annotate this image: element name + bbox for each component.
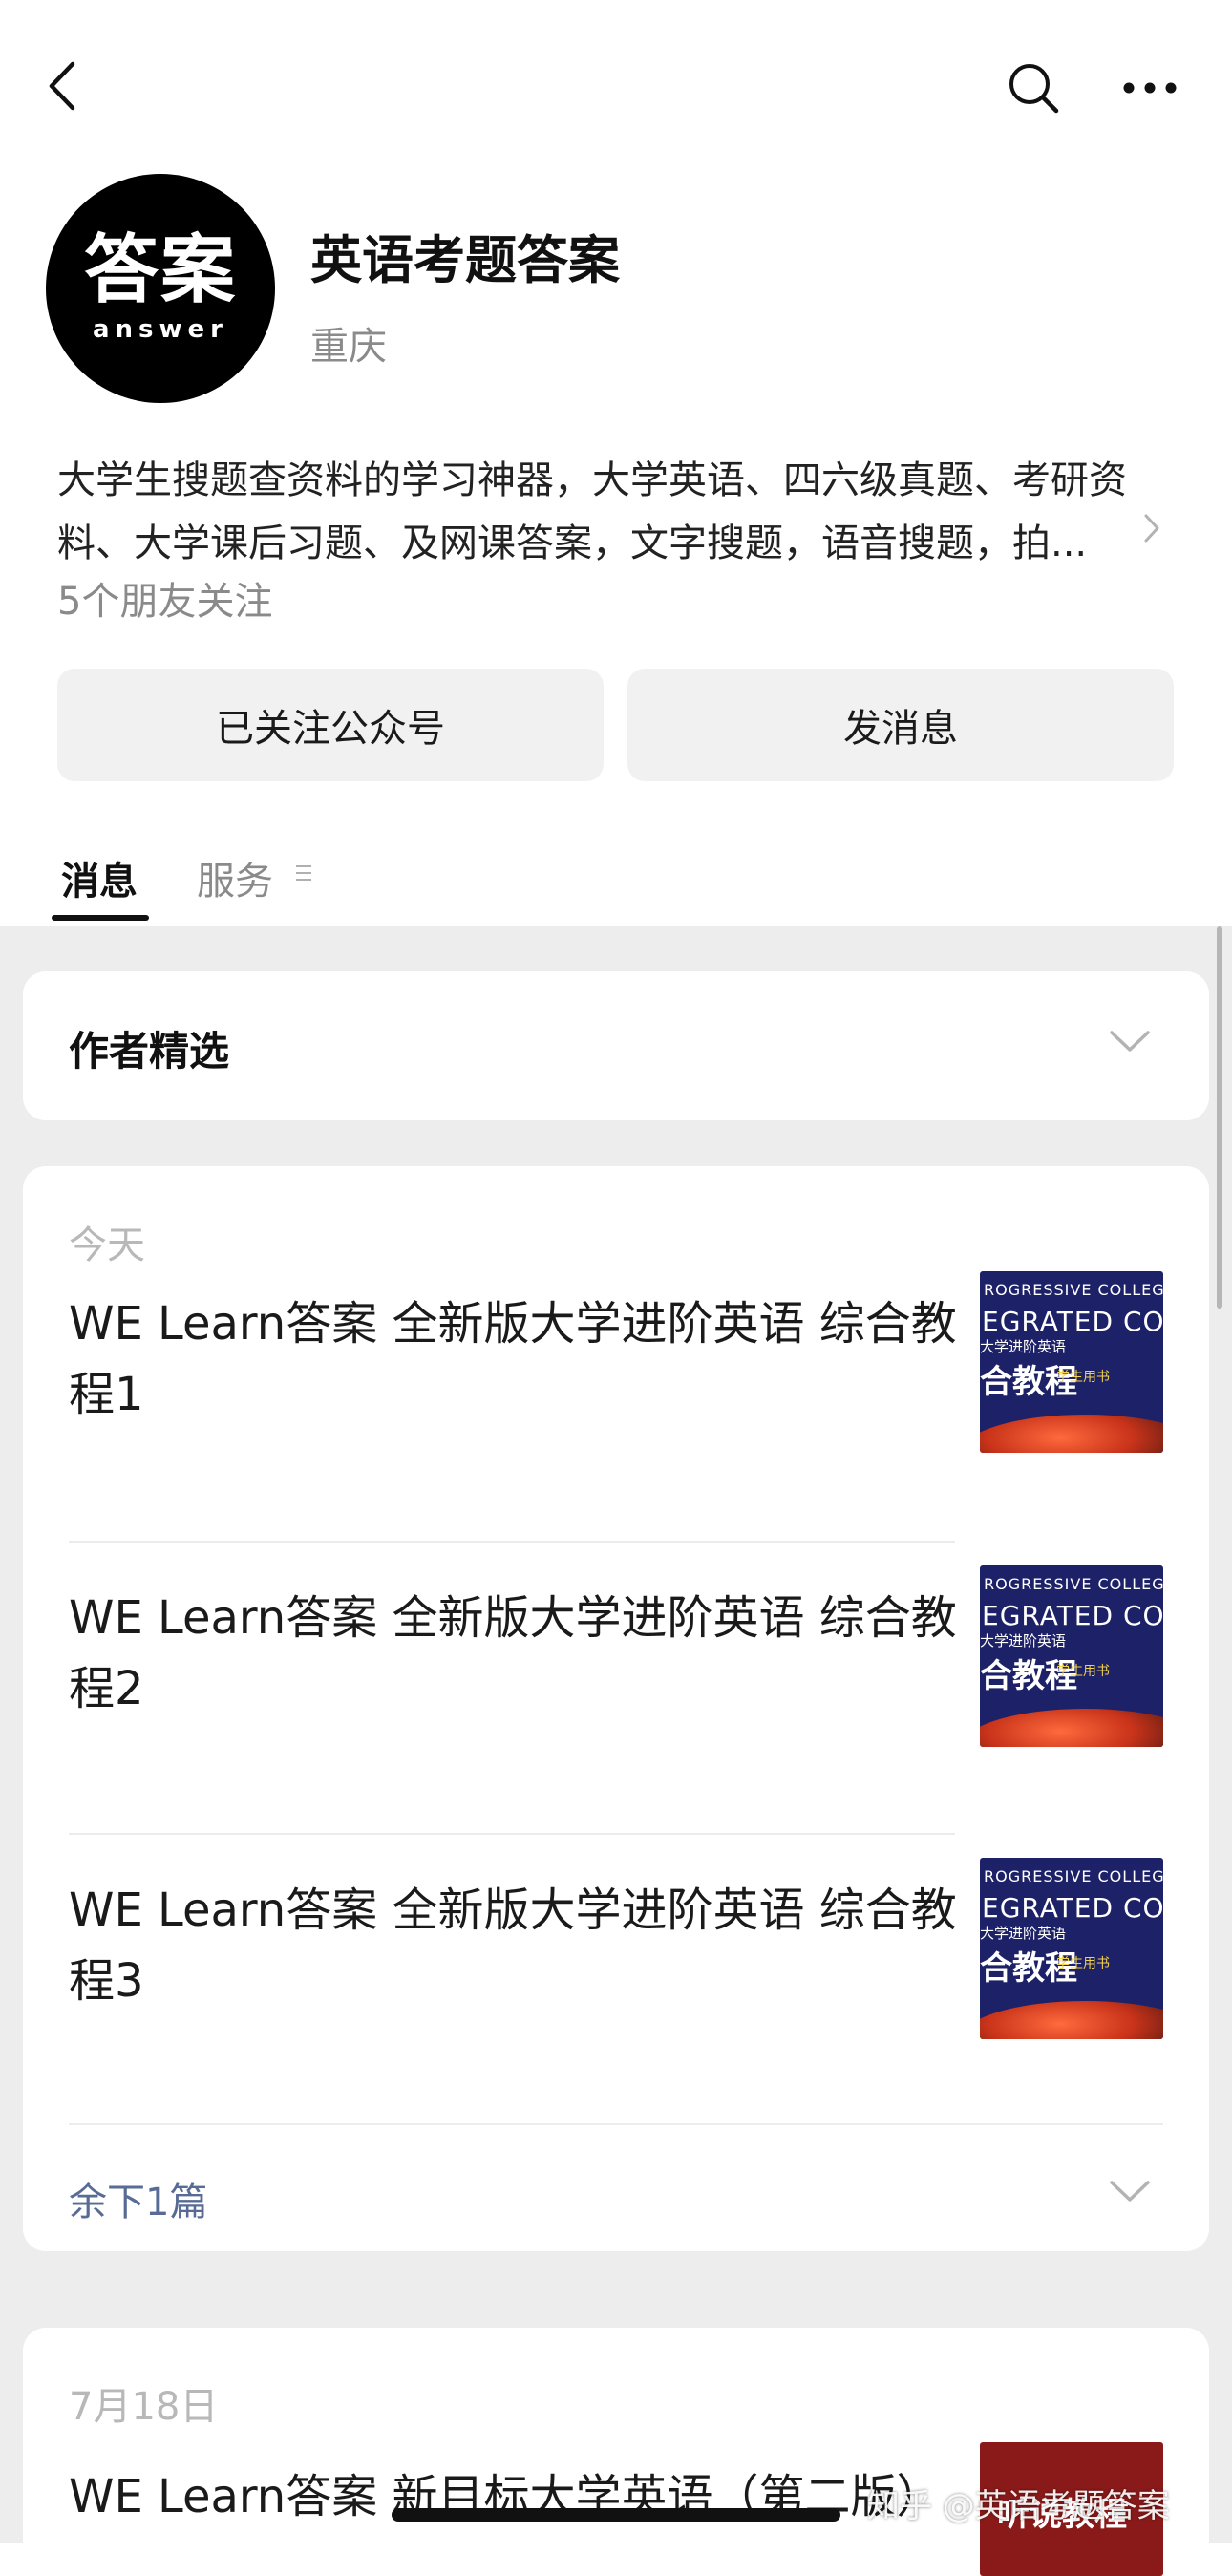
thumb-swirl bbox=[980, 1709, 1163, 1747]
thumb-text: ROGRESSIVE COLLEGE ENG bbox=[984, 1575, 1163, 1593]
thumb-text: 学生用书 bbox=[1056, 1956, 1110, 1971]
account-name: 英语考题答案 bbox=[310, 230, 620, 290]
tab-bar: 消息 服务 bbox=[0, 841, 1232, 926]
scrollbar[interactable] bbox=[1217, 926, 1222, 1309]
article-title[interactable]: WE Learn答案 全新版大学进阶英语 综合教程3 bbox=[69, 1875, 966, 2016]
ellipsis-icon[interactable] bbox=[1119, 67, 1180, 109]
tab-services[interactable]: 服务 bbox=[197, 850, 273, 905]
account-description[interactable]: 大学生搜题查资料的学习神器，大学英语、四六级真题、考研资料、大学课后习题、及网课… bbox=[57, 449, 1136, 575]
thumb-text: 大学进阶英语 bbox=[980, 1632, 1067, 1650]
thumb-text: EGRATED COUR bbox=[982, 1892, 1163, 1924]
avatar-logo-text: 答案 bbox=[83, 227, 237, 313]
back-icon[interactable] bbox=[38, 57, 86, 115]
article-item[interactable]: WE Learn答案 全新版大学进阶英语 综合教程1 ROGRESSIVE CO… bbox=[23, 1243, 1209, 1535]
thumb-text: 大学进阶英语 bbox=[980, 1925, 1067, 1942]
article-thumbnail[interactable]: ROGRESSIVE COLLEGE ENG EGRATED COUR 大学进阶… bbox=[980, 1565, 1163, 1747]
divider bbox=[69, 2123, 1163, 2125]
thumb-text: 大学进阶英语 bbox=[980, 1338, 1067, 1355]
chevron-down-icon[interactable] bbox=[1108, 1025, 1152, 1059]
send-message-button[interactable]: 发消息 bbox=[627, 669, 1174, 781]
menu-lines-icon bbox=[292, 862, 315, 884]
followed-button[interactable]: 已关注公众号 bbox=[57, 669, 604, 781]
article-item[interactable]: WE Learn答案 全新版大学进阶英语 综合教程2 ROGRESSIVE CO… bbox=[23, 1537, 1209, 1829]
thumb-swirl bbox=[980, 2001, 1163, 2039]
avatar[interactable]: 答案 answer bbox=[46, 174, 275, 403]
account-region: 重庆 bbox=[310, 325, 387, 369]
friends-following[interactable]: 5个朋友关注 bbox=[57, 570, 272, 626]
thumb-swirl bbox=[980, 1415, 1163, 1453]
date-label: 7月18日 bbox=[69, 2385, 219, 2429]
active-tab-indicator bbox=[52, 915, 149, 921]
chevron-right-icon[interactable] bbox=[1142, 512, 1171, 560]
thumb-text: ROGRESSIVE COLLEGE ENG bbox=[984, 1281, 1163, 1299]
author-picks-card[interactable]: 作者精选 bbox=[23, 971, 1209, 1120]
remaining-articles-link[interactable]: 余下1篇 bbox=[69, 2171, 207, 2226]
search-icon[interactable] bbox=[1005, 59, 1062, 117]
thumb-text: ROGRESSIVE COLLEGE ENG bbox=[984, 1867, 1163, 1885]
article-thumbnail[interactable]: ROGRESSIVE COLLEGE ENG EGRATED COUR 大学进阶… bbox=[980, 1271, 1163, 1453]
thumb-text: EGRATED COUR bbox=[982, 1306, 1163, 1337]
older-card: 7月18日 WE Learn答案 新目标大学英语（第二版） 听说教程 bbox=[23, 2328, 1209, 2576]
message-feed: 作者精选 今天 WE Learn答案 全新版大学进阶英语 综合教程1 ROGRE… bbox=[0, 926, 1232, 2576]
tab-messages[interactable]: 消息 bbox=[61, 850, 138, 905]
home-indicator[interactable] bbox=[392, 2508, 840, 2522]
avatar-logo-subtext: answer bbox=[92, 315, 228, 344]
article-title[interactable]: WE Learn答案 全新版大学进阶英语 综合教程2 bbox=[69, 1583, 966, 1724]
watermark: 知乎 @英语考题答案 bbox=[867, 2487, 1170, 2525]
article-item[interactable]: WE Learn答案 全新版大学进阶英语 综合教程3 ROGRESSIVE CO… bbox=[23, 1829, 1209, 2121]
today-card: 今天 WE Learn答案 全新版大学进阶英语 综合教程1 ROGRESSIVE… bbox=[23, 1166, 1209, 2251]
thumb-text: 学生用书 bbox=[1056, 1370, 1110, 1385]
article-thumbnail[interactable]: ROGRESSIVE COLLEGE ENG EGRATED COUR 大学进阶… bbox=[980, 1858, 1163, 2039]
author-picks-title: 作者精选 bbox=[69, 1028, 230, 1075]
article-title[interactable]: WE Learn答案 全新版大学进阶英语 综合教程1 bbox=[69, 1288, 966, 1430]
chevron-down-icon[interactable] bbox=[1108, 2175, 1152, 2209]
top-bar bbox=[0, 0, 1232, 172]
thumb-text: EGRATED COUR bbox=[982, 1600, 1163, 1631]
thumb-text: 学生用书 bbox=[1056, 1664, 1110, 1679]
